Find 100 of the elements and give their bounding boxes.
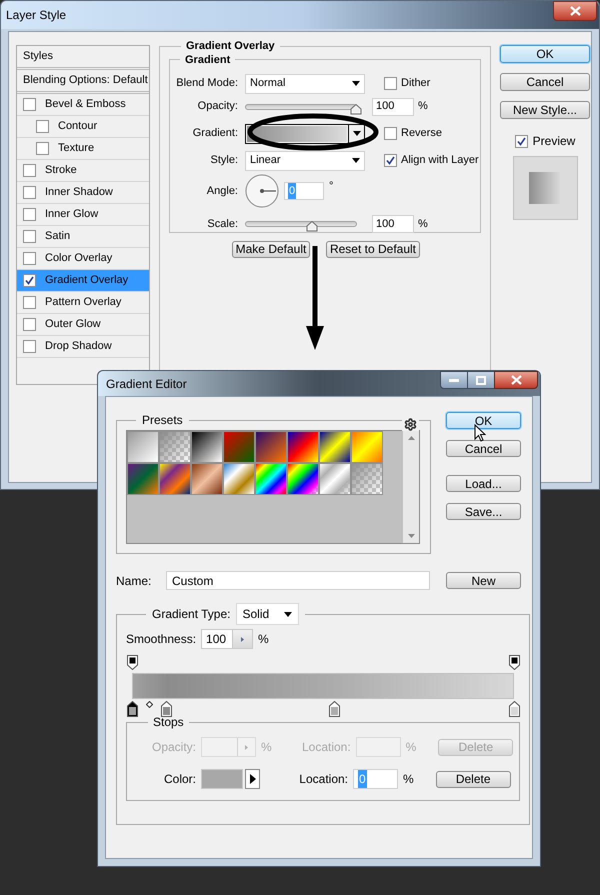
checkbox[interactable] (23, 208, 36, 221)
triangle-icon (250, 774, 256, 784)
dialog-button[interactable]: New (446, 572, 521, 589)
checkbox[interactable] (36, 142, 49, 155)
maximize-button[interactable] (468, 371, 494, 389)
number-field[interactable]: 100 (372, 98, 414, 116)
checkbox[interactable] (23, 296, 36, 309)
color-menu-button[interactable] (245, 769, 260, 789)
color-stop[interactable] (508, 701, 520, 717)
style-dropdown[interactable]: Linear (245, 150, 365, 170)
checkbox-label: Dither (401, 76, 430, 92)
scroll-up-icon[interactable] (408, 436, 414, 440)
checkbox[interactable] (23, 98, 36, 111)
checkbox[interactable] (23, 252, 36, 265)
unit-label: % (261, 739, 272, 756)
color-stop[interactable] (126, 701, 138, 717)
gradient-preset[interactable] (255, 463, 287, 495)
checkbox[interactable] (23, 230, 36, 243)
dialog-button[interactable]: Reset to Default (326, 240, 420, 258)
checkbox[interactable] (36, 120, 49, 133)
checkbox[interactable] (384, 77, 397, 90)
preview-swatch (529, 172, 561, 204)
gradient-preset[interactable] (287, 431, 319, 463)
unit-label: % (418, 99, 428, 114)
dialog-button[interactable]: Save... (446, 503, 521, 520)
dialog-button[interactable]: Delete (436, 770, 511, 788)
checkbox[interactable] (514, 134, 528, 148)
gradient-preset[interactable] (287, 463, 319, 495)
unit-label: % (418, 216, 428, 232)
close-icon (570, 6, 580, 16)
checkbox[interactable] (23, 164, 36, 177)
scroll-down-icon[interactable] (408, 534, 414, 538)
style-list-item[interactable]: Inner Shadow (17, 182, 149, 204)
stepper-icon[interactable] (241, 636, 244, 642)
number-field[interactable]: 100 (372, 215, 414, 233)
smoothness-field[interactable]: 100 (201, 629, 254, 649)
slider-thumb[interactable] (350, 104, 362, 114)
unit-label: % (258, 631, 269, 648)
field-label: Location: (300, 739, 352, 756)
maximize-icon (476, 376, 486, 384)
gradient-preset[interactable] (191, 431, 223, 463)
unit-label: % (403, 771, 414, 788)
style-list-item[interactable]: Pattern Overlay (17, 292, 149, 314)
field-label: Gradient: (192, 126, 239, 142)
style-list-item[interactable]: Drop Shadow (17, 336, 149, 358)
style-list-item[interactable]: Outer Glow (17, 314, 149, 336)
checkbox[interactable] (23, 340, 36, 353)
style-list-item[interactable]: Satin (17, 226, 149, 248)
close-button[interactable] (494, 371, 538, 389)
opacity-stop[interactable] (126, 655, 138, 670)
gradient-type-dropdown[interactable]: Solid (236, 603, 298, 625)
field-label: Color: (162, 771, 197, 788)
window-title: Gradient Editor (106, 376, 187, 392)
checkbox[interactable] (384, 154, 397, 167)
close-button[interactable] (553, 1, 597, 21)
checkbox[interactable] (384, 127, 397, 140)
color-stop[interactable] (160, 701, 172, 717)
style-list-item[interactable]: Stroke (17, 160, 149, 182)
field-label: Name: (116, 572, 152, 590)
dialog-button[interactable]: Cancel (446, 440, 521, 457)
minimize-button[interactable] (440, 371, 468, 389)
blend-mode-dropdown[interactable]: Normal (245, 74, 365, 94)
style-list-item[interactable]: Blending Options: Default (17, 70, 149, 94)
dialog-button[interactable]: Make Default (232, 240, 310, 258)
settings-icon[interactable] (404, 418, 417, 431)
caret-icon (284, 612, 292, 616)
dialog-button[interactable]: OK (500, 45, 590, 63)
field-label: Opacity: (150, 739, 197, 756)
checkbox-label: Preview (532, 133, 576, 150)
angle-dial[interactable] (245, 174, 279, 208)
checkbox-label: Align with Layer (401, 153, 479, 168)
style-list-item[interactable]: Contour (17, 116, 149, 138)
window-title: Layer Style (6, 7, 66, 24)
style-list-item[interactable]: Styles (17, 46, 149, 70)
name-field[interactable]: Custom (166, 571, 430, 590)
field-label: Style: (209, 153, 239, 168)
checkbox[interactable] (23, 186, 36, 199)
checkbox[interactable] (23, 318, 36, 331)
opacity-stop[interactable] (508, 655, 520, 670)
style-list-item[interactable]: Bevel & Emboss (17, 94, 149, 116)
field-label: Blend Mode: (175, 76, 239, 92)
group-title: Gradient (184, 52, 232, 68)
field-label: Opacity: (196, 99, 239, 114)
color-swatch[interactable] (201, 769, 243, 789)
midpoint-diamond[interactable] (146, 701, 153, 708)
style-list-item[interactable]: Inner Glow (17, 204, 149, 226)
dialog-button[interactable]: OK (446, 412, 521, 429)
color-stop[interactable] (329, 701, 340, 717)
dialog-button[interactable]: Load... (446, 475, 521, 492)
dialog-button[interactable]: Cancel (500, 73, 590, 91)
checkbox[interactable] (23, 274, 36, 287)
gradient-preset[interactable] (319, 431, 351, 463)
slider-thumb[interactable] (306, 221, 318, 232)
dialog-button[interactable]: New Style... (500, 101, 590, 119)
style-list-item[interactable]: Texture (17, 138, 149, 160)
style-list-item[interactable]: Gradient Overlay (17, 270, 149, 292)
panel-title: Stops (152, 714, 185, 731)
gradient-picker[interactable] (245, 124, 365, 144)
checkbox-label: Reverse (401, 126, 442, 142)
panel-title: Presets (141, 412, 184, 429)
